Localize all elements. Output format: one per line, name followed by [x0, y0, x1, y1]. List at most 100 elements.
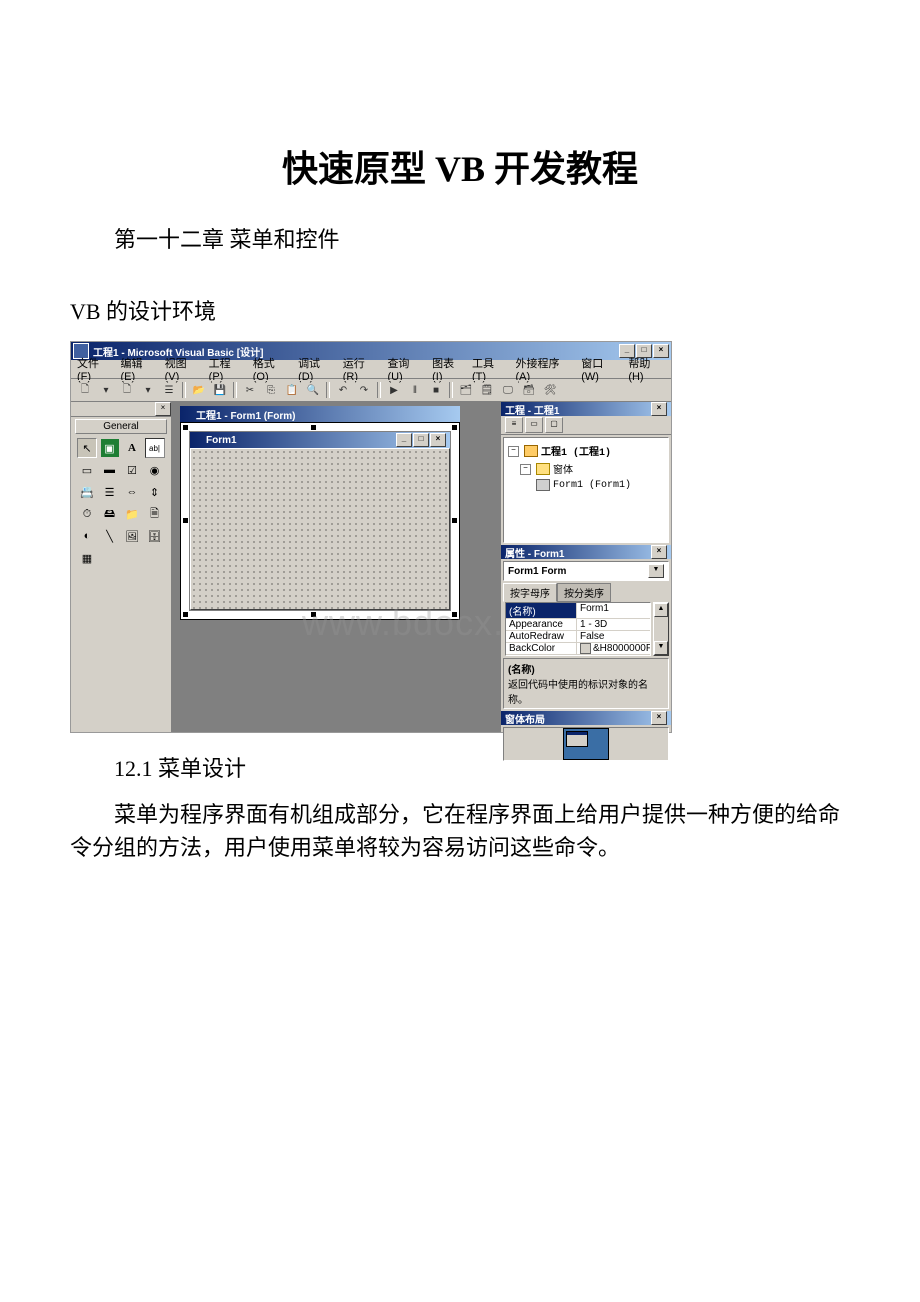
- menu-view[interactable]: 视图(V): [165, 355, 201, 383]
- tool-combobox-icon[interactable]: 📇: [77, 482, 97, 502]
- menu-debug[interactable]: 调试(D): [298, 355, 335, 383]
- tb-start-icon[interactable]: ▶: [384, 380, 404, 400]
- tool-shape-icon[interactable]: ◐: [77, 526, 97, 546]
- tool-drivelistbox-icon[interactable]: 🖴: [100, 504, 120, 524]
- properties-object-combo[interactable]: Form1 Form ▼: [503, 561, 669, 581]
- resize-handle[interactable]: [452, 425, 457, 430]
- menu-addins[interactable]: 外接程序(A): [515, 355, 573, 383]
- property-value[interactable]: False: [576, 631, 650, 642]
- menu-tools[interactable]: 工具(T): [472, 355, 507, 383]
- tool-image-icon[interactable]: 🖼: [122, 526, 142, 546]
- tree-form-node[interactable]: Form1 (Form1): [553, 480, 631, 491]
- menu-window[interactable]: 窗口(W): [581, 355, 620, 383]
- toggle-folders-icon[interactable]: ▢: [545, 417, 563, 433]
- tab-categorized[interactable]: 按分类序: [557, 583, 611, 602]
- tree-folder-node[interactable]: 窗体: [553, 461, 573, 477]
- tb-end-icon[interactable]: ■: [426, 380, 446, 400]
- form1[interactable]: Form1 _ □ ×: [189, 431, 451, 611]
- form1-minimize-button[interactable]: _: [396, 433, 412, 447]
- tb-open-icon[interactable]: 📂: [189, 380, 209, 400]
- resize-handle[interactable]: [452, 518, 457, 523]
- view-code-icon[interactable]: ≡: [505, 417, 523, 433]
- menu-project[interactable]: 工程(P): [209, 355, 245, 383]
- menu-query[interactable]: 查询(U): [387, 355, 424, 383]
- toolbox-header[interactable]: General: [75, 419, 167, 434]
- properties-scrollbar[interactable]: ▲ ▼: [653, 602, 669, 656]
- tool-timer-icon[interactable]: ⏱: [77, 504, 97, 524]
- tb-project-explorer-icon[interactable]: 🗂: [456, 380, 476, 400]
- tb-undo-icon[interactable]: ↶: [333, 380, 353, 400]
- project-panel-close-button[interactable]: ×: [651, 402, 667, 416]
- tb-dropdown-icon[interactable]: ▾: [96, 380, 116, 400]
- tb-cut-icon[interactable]: ✂: [240, 380, 260, 400]
- tree-collapse-icon[interactable]: −: [520, 464, 531, 475]
- property-row[interactable]: (名称) Form1: [506, 603, 650, 619]
- tool-line-icon[interactable]: ╲: [100, 526, 120, 546]
- property-value[interactable]: 1 - 3D: [576, 619, 650, 630]
- form1-maximize-button[interactable]: □: [413, 433, 429, 447]
- tb-layout-icon[interactable]: 🖵: [498, 380, 518, 400]
- resize-handle[interactable]: [183, 518, 188, 523]
- layout-screen-icon[interactable]: [563, 728, 609, 760]
- scroll-down-icon[interactable]: ▼: [654, 641, 668, 655]
- tree-project-node[interactable]: 工程1 (工程1): [541, 443, 611, 459]
- resize-handle[interactable]: [452, 612, 457, 617]
- layout-form-icon[interactable]: [566, 731, 588, 747]
- properties-list[interactable]: (名称) Form1 Appearance 1 - 3D AutoRedraw …: [505, 602, 651, 656]
- scroll-up-icon[interactable]: ▲: [654, 603, 668, 617]
- tool-ole-icon[interactable]: ▦: [77, 548, 97, 568]
- tb-object-browser-icon[interactable]: 🗃: [519, 380, 539, 400]
- tool-textbox-icon[interactable]: ab|: [145, 438, 165, 458]
- tool-picturebox-icon[interactable]: ▣: [100, 438, 120, 458]
- tool-dirlistbox-icon[interactable]: 📁: [122, 504, 142, 524]
- tool-pointer-icon[interactable]: ↖: [77, 438, 97, 458]
- layout-panel-close-button[interactable]: ×: [651, 711, 667, 725]
- tb-add-form-icon[interactable]: 🗋: [117, 380, 137, 400]
- view-object-icon[interactable]: ▭: [525, 417, 543, 433]
- tb-save-icon[interactable]: 💾: [210, 380, 230, 400]
- tool-checkbox-icon[interactable]: ☑: [122, 460, 142, 480]
- property-row[interactable]: BackColor &H8000000F&: [506, 643, 650, 655]
- tree-collapse-icon[interactable]: −: [508, 446, 519, 457]
- tool-frame-icon[interactable]: ▭: [77, 460, 97, 480]
- project-tree[interactable]: − 工程1 (工程1) − 窗体 Form1 (Form1): [503, 437, 669, 543]
- menu-help[interactable]: 帮助(H): [628, 355, 665, 383]
- form1-grid[interactable]: [190, 448, 450, 610]
- tool-vscrollbar-icon[interactable]: ⇕: [145, 482, 165, 502]
- menu-run[interactable]: 运行(R): [343, 355, 380, 383]
- tb-redo-icon[interactable]: ↷: [354, 380, 374, 400]
- property-row[interactable]: Appearance 1 - 3D: [506, 619, 650, 631]
- menu-format[interactable]: 格式(O): [253, 355, 290, 383]
- resize-handle[interactable]: [311, 425, 316, 430]
- tb-dropdown2-icon[interactable]: ▾: [138, 380, 158, 400]
- resize-handle[interactable]: [311, 612, 316, 617]
- tab-alphabetic[interactable]: 按字母序: [503, 583, 557, 602]
- resize-handle[interactable]: [183, 612, 188, 617]
- menu-edit[interactable]: 编辑(E): [120, 355, 156, 383]
- tb-menu-editor-icon[interactable]: ☰: [159, 380, 179, 400]
- menu-diagram[interactable]: 图表(I): [432, 355, 464, 383]
- tool-filelistbox-icon[interactable]: 🗎: [145, 504, 165, 524]
- tool-label-icon[interactable]: A: [122, 438, 142, 458]
- tool-hscrollbar-icon[interactable]: ⇔: [122, 482, 142, 502]
- tb-toolbox-icon[interactable]: 🛠: [540, 380, 560, 400]
- property-value[interactable]: &H8000000F&: [576, 643, 650, 654]
- property-row[interactable]: AutoRedraw False: [506, 631, 650, 643]
- property-value[interactable]: Form1: [576, 603, 650, 618]
- menu-file[interactable]: 文件(F): [77, 355, 112, 383]
- form1-close-button[interactable]: ×: [430, 433, 446, 447]
- tb-copy-icon[interactable]: ⎘: [261, 380, 281, 400]
- tool-optionbutton-icon[interactable]: ◉: [145, 460, 165, 480]
- tool-data-icon[interactable]: 🗄: [145, 526, 165, 546]
- combo-dropdown-icon[interactable]: ▼: [648, 564, 664, 578]
- resize-handle[interactable]: [183, 425, 188, 430]
- properties-panel-close-button[interactable]: ×: [651, 545, 667, 559]
- tb-new-project-icon[interactable]: 🗋: [75, 380, 95, 400]
- tool-listbox-icon[interactable]: ☰: [100, 482, 120, 502]
- tb-break-icon[interactable]: ‖: [405, 380, 425, 400]
- tb-find-icon[interactable]: 🔍: [303, 380, 323, 400]
- tb-properties-icon[interactable]: 🗒: [477, 380, 497, 400]
- tb-paste-icon[interactable]: 📋: [282, 380, 302, 400]
- toolbox-close-button[interactable]: ×: [155, 402, 171, 416]
- tool-commandbutton-icon[interactable]: ▬: [100, 460, 120, 480]
